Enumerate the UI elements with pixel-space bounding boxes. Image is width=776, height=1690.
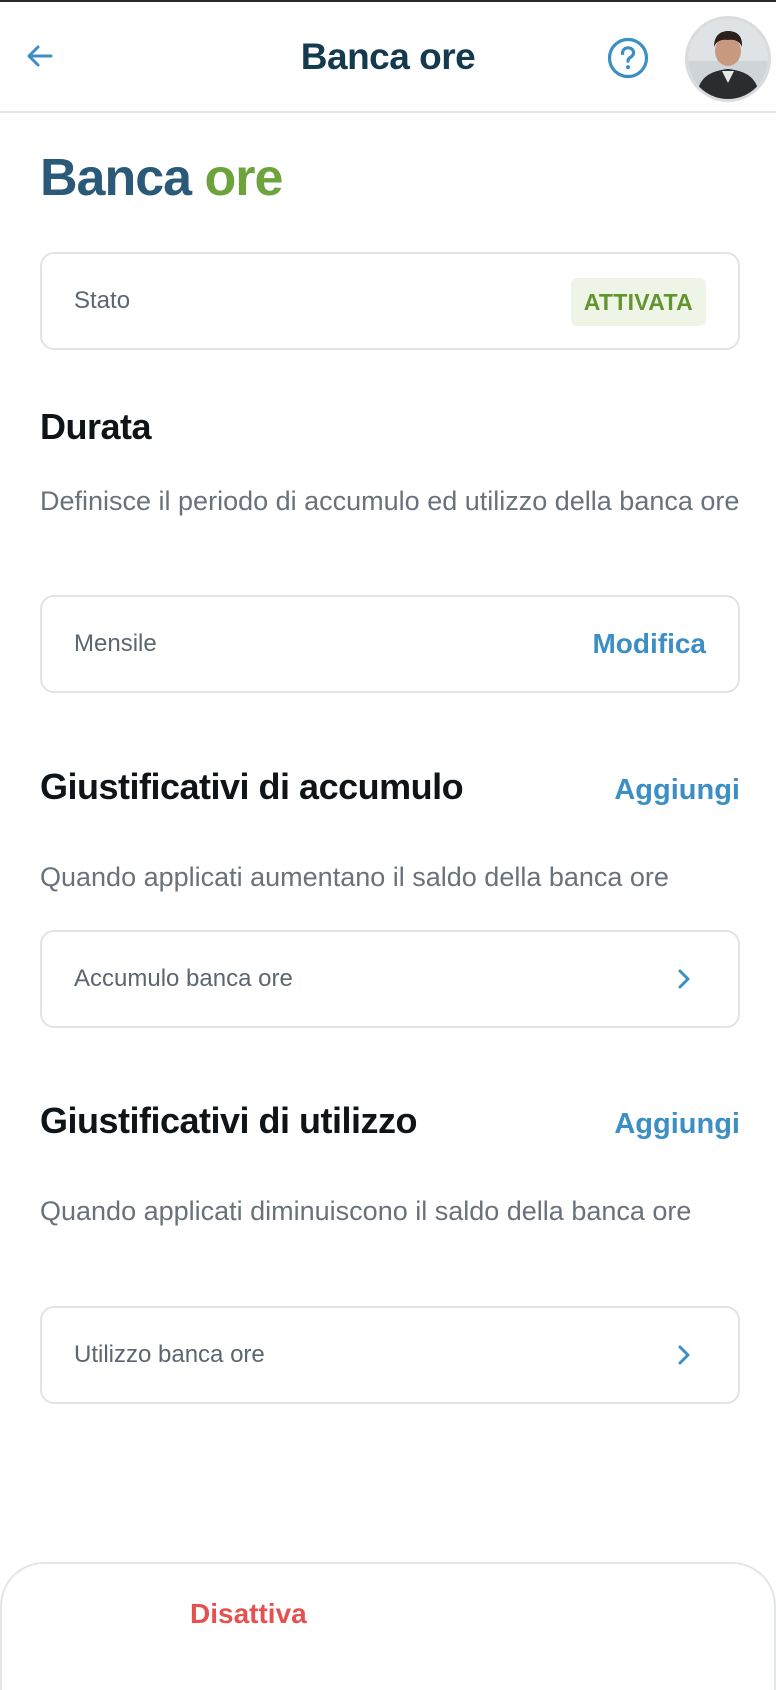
bottom-sheet bbox=[0, 1562, 776, 1690]
usage-heading: Giustificativi di utilizzo bbox=[40, 1100, 418, 1141]
deactivate-button[interactable]: Disattiva bbox=[190, 1598, 307, 1630]
chevron-right-icon bbox=[678, 1345, 690, 1365]
status-label: Stato bbox=[74, 287, 131, 314]
usage-description: Quando applicati diminuiscono il saldo d… bbox=[40, 1196, 692, 1226]
page-title-part1: Banca bbox=[40, 149, 192, 207]
duration-value: Mensile bbox=[74, 630, 157, 657]
chevron-right-icon bbox=[678, 969, 690, 989]
edit-duration-button[interactable]: Modifica bbox=[592, 597, 706, 691]
header-title: Banca ore bbox=[300, 36, 476, 77]
avatar[interactable] bbox=[685, 16, 771, 102]
duration-description: Definisce il periodo di accumulo ed util… bbox=[40, 486, 740, 516]
add-accrual-button[interactable]: Aggiungi bbox=[614, 774, 740, 807]
page-title-part2: ore bbox=[204, 149, 284, 207]
accrual-item[interactable]: Accumulo banca ore bbox=[40, 930, 740, 1028]
usage-item[interactable]: Utilizzo banca ore bbox=[40, 1306, 740, 1404]
status-card: Stato ATTIVATA bbox=[40, 252, 740, 350]
page-title: Banca ore bbox=[40, 148, 284, 208]
accrual-description: Quando applicati aumentano il saldo dell… bbox=[40, 862, 669, 892]
accrual-heading: Giustificativi di accumulo bbox=[40, 766, 464, 807]
add-usage-button[interactable]: Aggiungi bbox=[614, 1108, 740, 1141]
usage-item-label: Utilizzo banca ore bbox=[74, 1341, 265, 1368]
app-header: Banca ore bbox=[0, 2, 776, 113]
help-button[interactable] bbox=[606, 36, 650, 80]
question-circle-icon bbox=[607, 37, 649, 79]
accrual-item-label: Accumulo banca ore bbox=[74, 965, 293, 992]
status-badge: ATTIVATA bbox=[570, 278, 706, 326]
duration-heading: Durata bbox=[40, 406, 152, 447]
user-avatar-icon bbox=[688, 19, 768, 99]
duration-card: Mensile Modifica bbox=[40, 595, 740, 693]
